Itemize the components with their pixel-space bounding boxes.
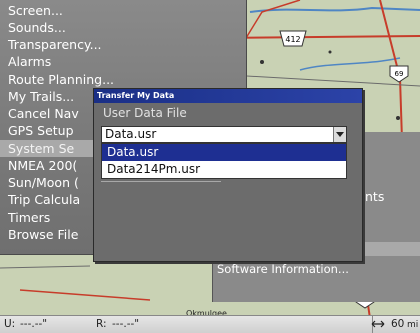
scale-value: 60 bbox=[391, 318, 405, 330]
u-label: U: bbox=[4, 318, 16, 330]
route-shield-412: 412 bbox=[279, 30, 307, 47]
scale-arrows-icon bbox=[371, 320, 385, 328]
chevron-down-icon[interactable] bbox=[333, 127, 346, 142]
svg-text:69: 69 bbox=[395, 70, 404, 78]
status-bar: U: ---.--" R: ---.--" 60 mi bbox=[0, 315, 420, 333]
file-options-list: Data.usr Data214Pm.usr bbox=[101, 143, 347, 179]
option-data-usr[interactable]: Data.usr bbox=[102, 144, 346, 161]
user-data-file-label: User Data File bbox=[103, 106, 187, 120]
dropdown-selected-value: Data.usr bbox=[105, 127, 157, 141]
dialog-divider bbox=[101, 181, 221, 185]
scale-unit: mi bbox=[407, 320, 419, 330]
user-data-file-dropdown[interactable]: Data.usr bbox=[101, 126, 347, 143]
menu-item-route-planning[interactable]: Route Planning... bbox=[8, 71, 244, 88]
u-value: ---.--" bbox=[20, 318, 48, 330]
menu-item-alarms[interactable]: Alarms bbox=[8, 53, 244, 70]
zoom-scale[interactable]: 60 mi bbox=[371, 316, 420, 333]
option-data214pm-usr[interactable]: Data214Pm.usr bbox=[102, 161, 346, 178]
submenu-item-partial[interactable]: nts bbox=[361, 188, 420, 206]
menu-item-sounds[interactable]: Sounds... bbox=[8, 19, 244, 36]
dialog-title: Transfer My Data bbox=[94, 89, 362, 103]
menu-item-screen[interactable]: Screen... bbox=[8, 2, 244, 19]
svg-text:412: 412 bbox=[285, 35, 300, 44]
r-value: ---.--" bbox=[112, 318, 140, 330]
menu-item-transparency[interactable]: Transparency... bbox=[8, 36, 244, 53]
submenu-item-software-information[interactable]: Software Information... bbox=[213, 260, 420, 278]
transfer-my-data-dialog: Transfer My Data User Data File Data.usr… bbox=[93, 88, 363, 262]
r-label: R: bbox=[96, 318, 107, 330]
